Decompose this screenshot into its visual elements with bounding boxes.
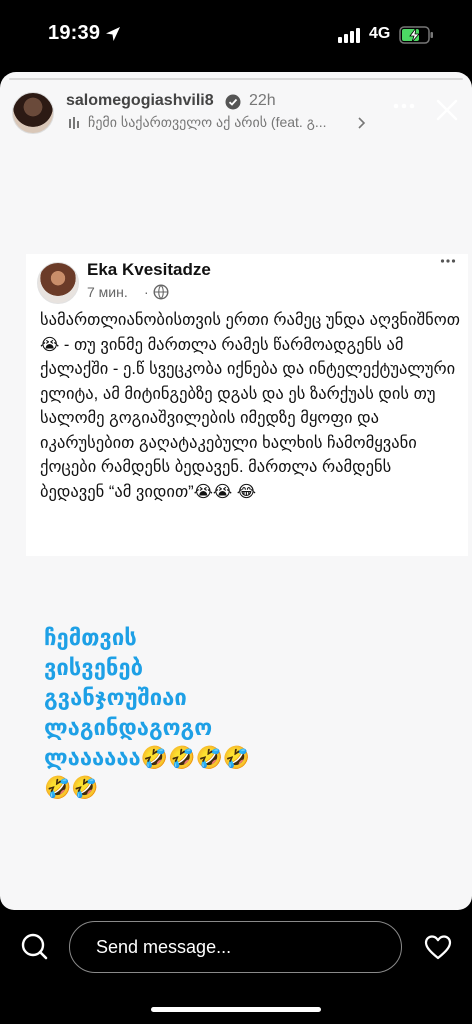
status-bar: 19:39 4G: [0, 0, 472, 70]
music-bars-icon: [69, 117, 79, 129]
close-icon[interactable]: [435, 98, 459, 122]
post-separator: ·: [144, 284, 149, 300]
send-message-input[interactable]: Send message...: [69, 921, 402, 973]
status-time: 19:39: [48, 22, 101, 44]
story-age: 22h: [249, 92, 276, 109]
post-author-avatar: [37, 262, 79, 304]
story-username[interactable]: salomegogiashvili8: [66, 92, 214, 110]
verified-badge-icon: [225, 94, 241, 110]
more-options-icon[interactable]: [392, 102, 416, 110]
camera-icon[interactable]: [20, 932, 48, 960]
chevron-right-icon[interactable]: [357, 116, 367, 130]
post-author-name: Eka Kvesitadze: [87, 260, 211, 279]
network-type: 4G: [369, 25, 391, 42]
send-message-placeholder: Send message...: [96, 937, 232, 957]
post-time: 7 мин.: [87, 284, 128, 300]
globe-icon: [153, 284, 169, 300]
story-frame[interactable]: salomegogiashvili8 22h ჩემი საქართველო ა…: [0, 72, 472, 910]
signal-bars-icon: [338, 28, 360, 43]
story-caption-text: ჩემთვის ვისვენებ გვანჯოუშიაი ლაგინდაგოგო…: [44, 626, 251, 801]
battery-charging-icon: [399, 26, 433, 44]
facebook-post-screenshot: Eka Kvesitadze 7 мин. · სამართლიანობისთვ…: [26, 254, 468, 556]
home-indicator: [151, 1007, 321, 1012]
heart-icon[interactable]: [424, 934, 452, 960]
post-body-text: სამართლიანობისთვის ერთი რამეც უნდა აღვნი…: [40, 311, 460, 501]
location-arrow-icon: [106, 27, 120, 41]
story-music-track[interactable]: ჩემი საქართველო აქ არის (feat. გ...: [88, 114, 327, 131]
story-progress-bar: [9, 78, 463, 80]
story-user-avatar[interactable]: [12, 92, 54, 134]
post-more-options-icon: [440, 259, 456, 263]
